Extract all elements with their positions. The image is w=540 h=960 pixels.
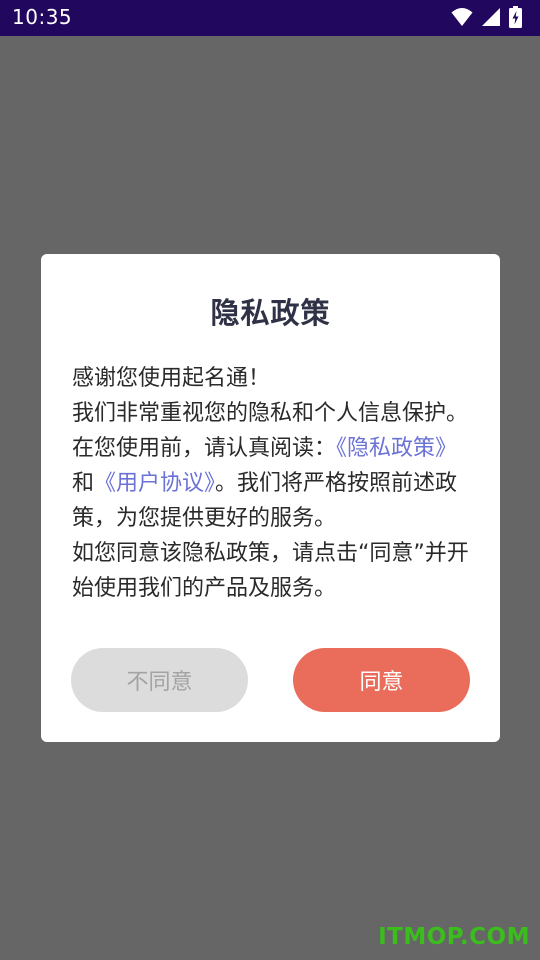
user-agreement-link[interactable]: 《用户协议》 — [94, 471, 215, 496]
watermark: ITMOP.COM — [378, 924, 530, 950]
signal-icon — [481, 7, 501, 27]
status-bar: 10:35 — [0, 0, 540, 36]
dialog-title: 隐私政策 — [210, 296, 331, 330]
disagree-button[interactable]: 不同意 — [71, 648, 248, 712]
status-time: 10:35 — [12, 5, 73, 29]
dialog-body: 感谢您使用起名通！ 我们非常重视您的隐私和个人信息保护。在您使用前，请认真阅读：… — [72, 361, 470, 606]
body-connector-text: 和 — [72, 471, 95, 496]
battery-charging-icon — [509, 6, 522, 28]
privacy-policy-link[interactable]: 《隐私政策》 — [336, 436, 457, 461]
wifi-icon — [451, 7, 473, 27]
privacy-policy-dialog: 隐私政策 感谢您使用起名通！ 我们非常重视您的隐私和个人信息保护。在您使用前，请… — [41, 254, 500, 742]
status-icons — [451, 6, 522, 28]
agree-button[interactable]: 同意 — [293, 648, 470, 712]
